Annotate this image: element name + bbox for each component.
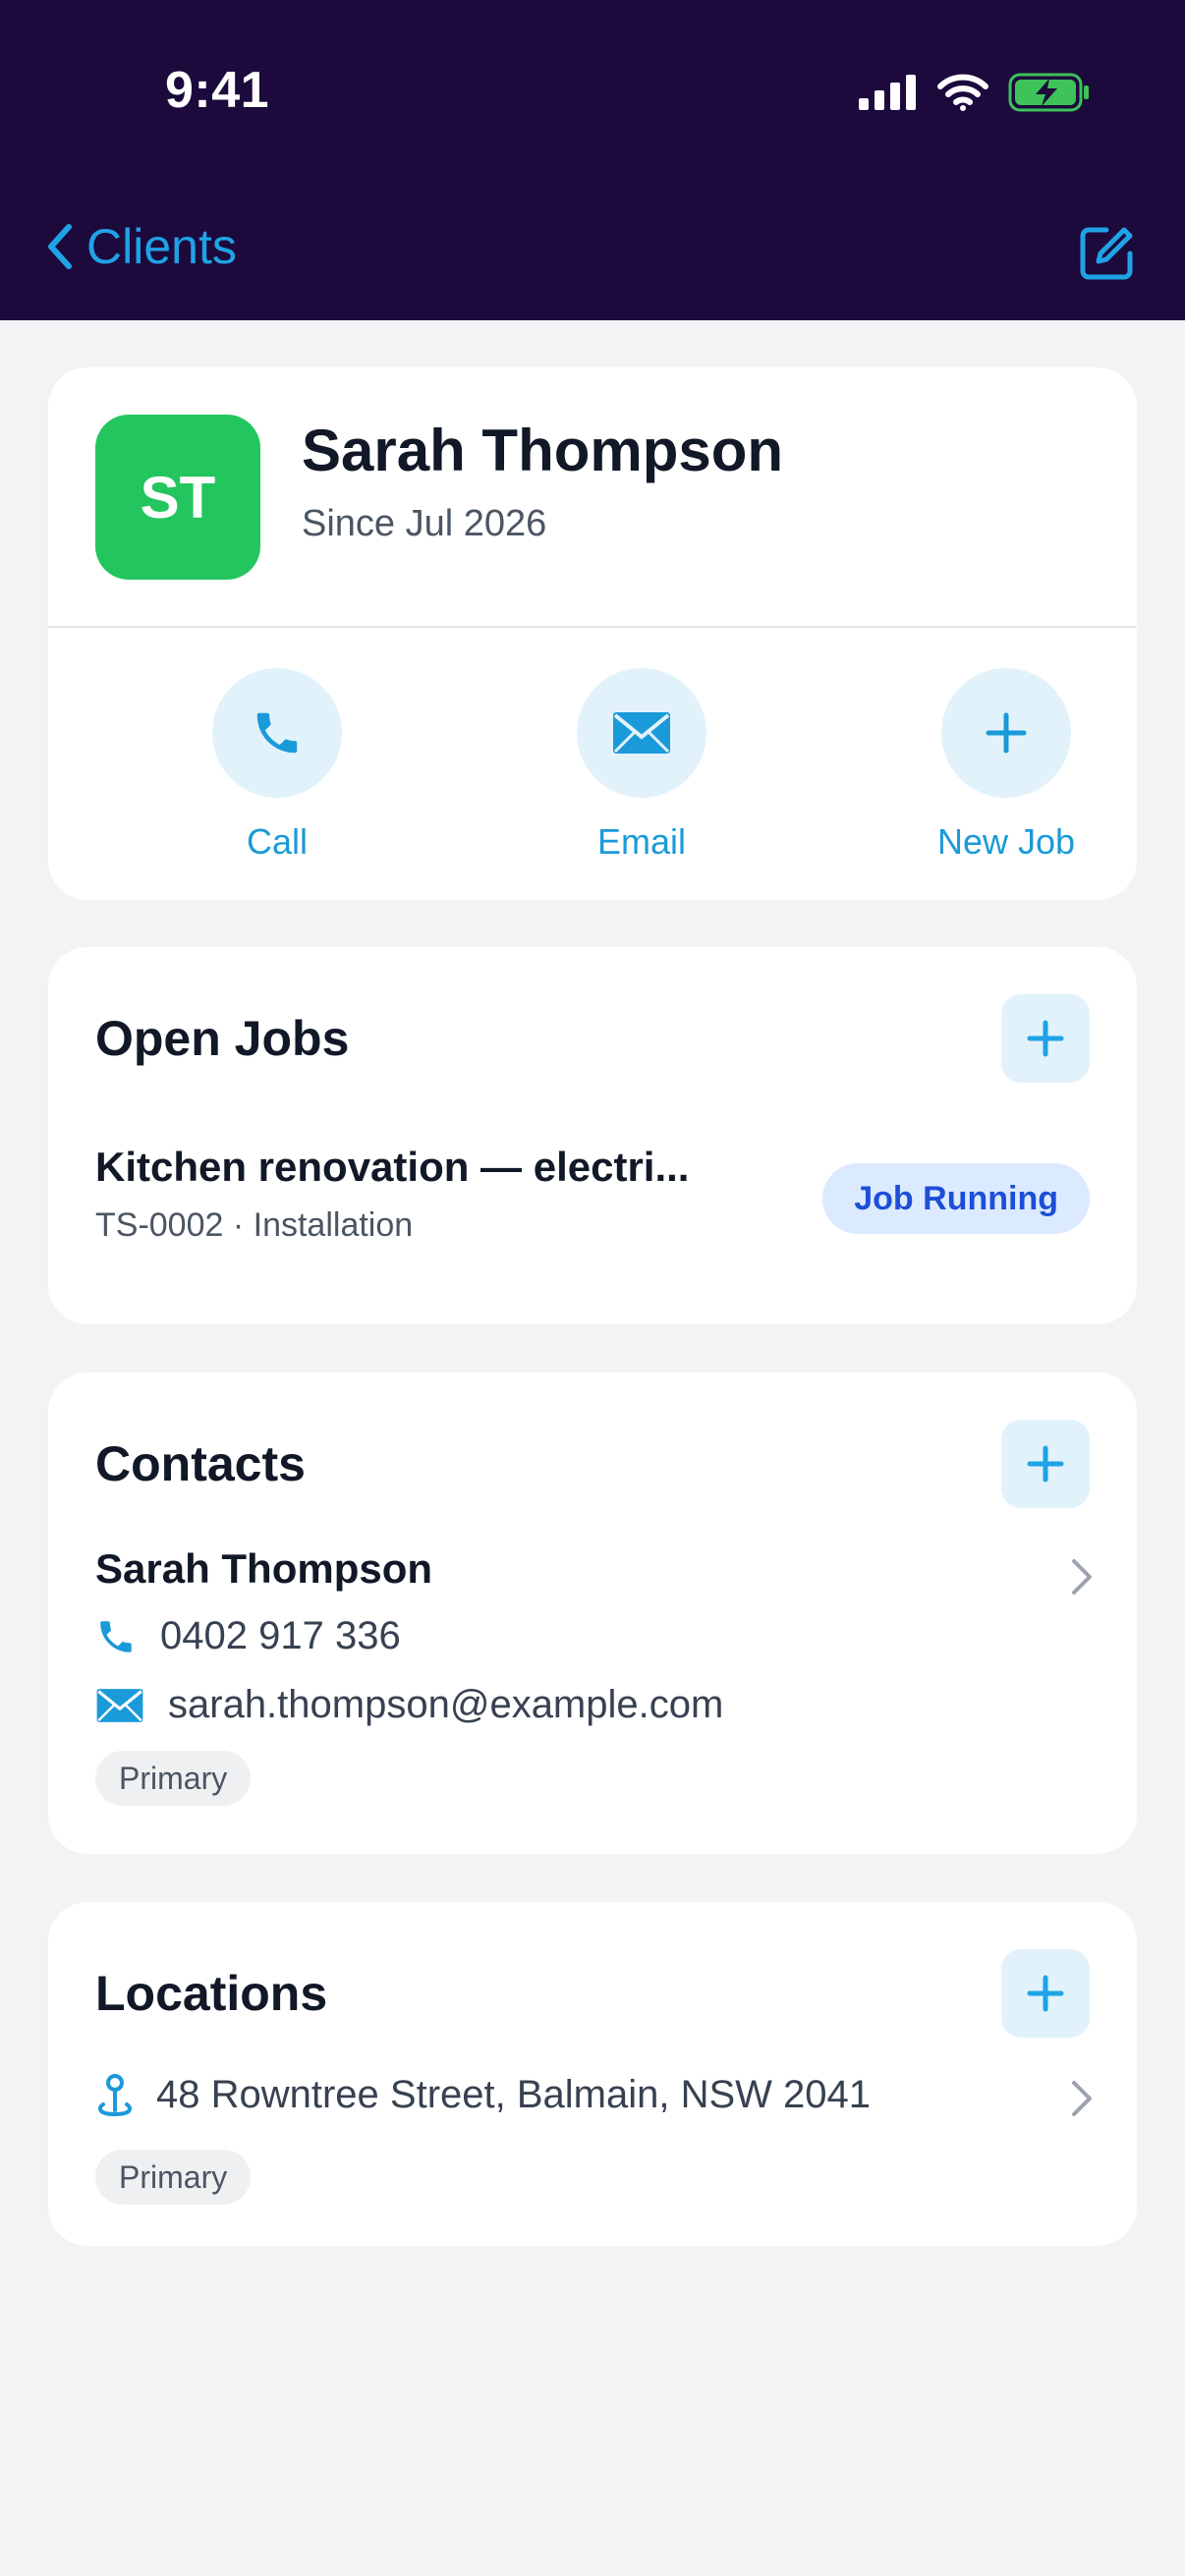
contact-phone-row: 0402 917 336 <box>95 1614 401 1658</box>
email-button[interactable]: Email <box>534 668 750 863</box>
primary-tag: Primary <box>95 2150 252 2205</box>
phone-icon <box>100 1620 132 1652</box>
avatar: ST <box>95 415 260 580</box>
call-circle <box>212 668 342 798</box>
mail-icon <box>96 1688 143 1722</box>
add-location-button[interactable] <box>1001 1949 1090 2038</box>
location-address: 48 Rowntree Street, Balmain, NSW 2041 <box>156 2072 872 2116</box>
status-badge: Job Running <box>822 1163 1090 1234</box>
edit-button[interactable] <box>1077 224 1136 288</box>
divider <box>48 626 1137 628</box>
contact-email: sarah.thompson@example.com <box>168 1683 724 1726</box>
map-pin-icon <box>97 2074 133 2117</box>
job-row[interactable]: Kitchen renovation — electri... TS-0002 … <box>95 1144 1090 1252</box>
contact-name: Sarah Thompson <box>95 1545 433 1592</box>
status-time: 9:41 <box>165 62 270 119</box>
compose-icon <box>1080 227 1133 280</box>
call-label: Call <box>246 821 308 862</box>
section-title-locations: Locations <box>95 1966 328 2021</box>
status-icons <box>859 73 1091 112</box>
new-job-label: New Job <box>936 821 1076 862</box>
chevron-left-icon <box>48 224 72 269</box>
email-circle <box>577 668 706 798</box>
battery-charging-icon <box>1008 73 1089 112</box>
locations-card: Locations 48 Rowntree Street, Balmain, N… <box>48 1902 1137 2246</box>
contact-email-row: sarah.thompson@example.com <box>95 1683 723 1727</box>
job-title: Kitchen renovation — electri... <box>95 1144 690 1190</box>
plus-icon <box>1027 1975 1064 2012</box>
chevron-right-icon <box>1072 1559 1092 1595</box>
location-address-row: 48 Rowntree Street, Balmain, NSW 2041 <box>95 2071 871 2118</box>
plus-icon <box>986 712 1027 754</box>
email-label: Email <box>596 821 687 862</box>
contact-item[interactable]: Sarah Thompson 0402 917 336 sarah.thomps… <box>48 1530 1137 1824</box>
back-button[interactable]: Clients <box>45 218 237 275</box>
open-jobs-card: Open Jobs Kitchen renovation — electri..… <box>48 947 1137 1324</box>
navigation-header: 9:41 Clients <box>0 0 1185 320</box>
contact-phone: 0402 917 336 <box>160 1614 401 1657</box>
section-title-open-jobs: Open Jobs <box>95 1011 350 1066</box>
section-title-contacts: Contacts <box>95 1436 306 1491</box>
new-job-circle <box>941 668 1071 798</box>
signal-icon <box>859 75 916 110</box>
primary-tag: Primary <box>95 1751 252 1806</box>
add-job-button[interactable] <box>1001 994 1090 1083</box>
location-item[interactable]: 48 Rowntree Street, Balmain, NSW 2041 Pr… <box>48 2059 1137 2216</box>
contacts-card: Contacts Sarah Thompson 0402 917 336 sar… <box>48 1372 1137 1854</box>
call-button[interactable]: Call <box>169 668 385 863</box>
wifi-icon <box>937 74 988 111</box>
chevron-right-icon <box>1072 2081 1092 2116</box>
phone-icon <box>256 712 298 754</box>
new-job-button[interactable]: New Job <box>898 668 1114 863</box>
add-contact-button[interactable] <box>1001 1420 1090 1508</box>
client-profile-card: ST Sarah Thompson Since Jul 2026 Call Em… <box>48 367 1137 900</box>
client-name: Sarah Thompson <box>302 418 784 483</box>
client-since: Since Jul 2026 <box>302 503 547 544</box>
plus-icon <box>1027 1445 1064 1483</box>
job-subtitle: TS-0002 · Installation <box>95 1206 414 1244</box>
plus-icon <box>1027 1020 1064 1057</box>
mail-icon <box>613 712 670 754</box>
back-button-label: Clients <box>86 219 237 274</box>
